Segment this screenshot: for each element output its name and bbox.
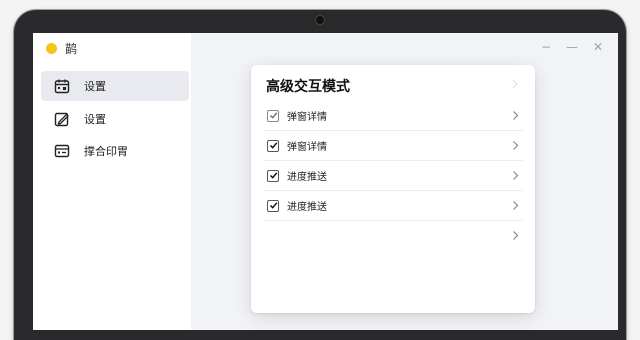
option-row-progress-push-1[interactable]: 进度推送 bbox=[263, 161, 523, 191]
sidebar: 鹋 设置 设置 撑合印胃 bbox=[33, 33, 191, 330]
calendar-icon bbox=[54, 79, 70, 94]
panel-title: 高级交互模式 bbox=[266, 79, 350, 95]
check-icon bbox=[269, 202, 277, 209]
checkbox[interactable] bbox=[267, 109, 279, 122]
option-row-empty[interactable] bbox=[263, 221, 523, 250]
option-label: 弹窗详情 bbox=[287, 112, 327, 123]
sidebar-item-combined[interactable]: 撑合印胃 bbox=[41, 136, 189, 166]
laptop-frame: 鹋 设置 设置 撑合印胃 − — ✕ 高级交互模式 弹窗详情 弹窗详情 进度推送… bbox=[0, 0, 640, 340]
sidebar-item-settings-2[interactable]: 设置 bbox=[41, 104, 189, 134]
checkbox[interactable] bbox=[267, 169, 279, 182]
check-icon bbox=[269, 142, 277, 149]
option-label: 弹窗详情 bbox=[287, 142, 327, 153]
option-label: 进度推送 bbox=[287, 202, 327, 213]
chevron-right-icon bbox=[512, 79, 518, 89]
close-button[interactable]: ✕ bbox=[592, 41, 604, 53]
maximize-button[interactable]: — bbox=[566, 41, 578, 53]
sidebar-item-settings-1[interactable]: 设置 bbox=[41, 71, 189, 101]
app-window: 鹋 设置 设置 撑合印胃 − — ✕ 高级交互模式 弹窗详情 弹窗详情 进度推送… bbox=[33, 33, 618, 330]
check-icon bbox=[269, 112, 277, 119]
chevron-right-icon[interactable] bbox=[512, 170, 519, 181]
app-name: 鹋 bbox=[65, 42, 78, 56]
checkbox[interactable] bbox=[267, 199, 279, 212]
option-row-progress-push-2[interactable]: 进度推送 bbox=[263, 191, 523, 221]
window-controls: − — ✕ bbox=[540, 41, 604, 53]
chevron-right-icon[interactable] bbox=[512, 230, 519, 241]
checkbox[interactable] bbox=[267, 139, 279, 152]
chevron-right-icon[interactable] bbox=[512, 140, 519, 151]
chevron-right-icon[interactable] bbox=[512, 200, 519, 211]
advanced-interaction-panel: 高级交互模式 弹窗详情 弹窗详情 进度推送 进度推送 bbox=[251, 65, 535, 313]
option-row-popup-details-2[interactable]: 弹窗详情 bbox=[263, 131, 523, 161]
list-card-icon bbox=[54, 144, 70, 158]
option-label: 进度推送 bbox=[287, 172, 327, 183]
chevron-right-icon[interactable] bbox=[512, 110, 519, 121]
sidebar-item-label: 设置 bbox=[84, 80, 106, 93]
sidebar-item-label: 撑合印胃 bbox=[84, 145, 128, 158]
option-row-popup-details-1[interactable]: 弹窗详情 bbox=[263, 101, 523, 131]
webcam bbox=[316, 16, 324, 24]
app-logo-icon bbox=[46, 43, 57, 54]
minimize-button[interactable]: − bbox=[540, 41, 552, 53]
check-icon bbox=[269, 172, 277, 179]
edit-icon bbox=[54, 112, 69, 127]
sidebar-item-label: 设置 bbox=[84, 113, 106, 126]
